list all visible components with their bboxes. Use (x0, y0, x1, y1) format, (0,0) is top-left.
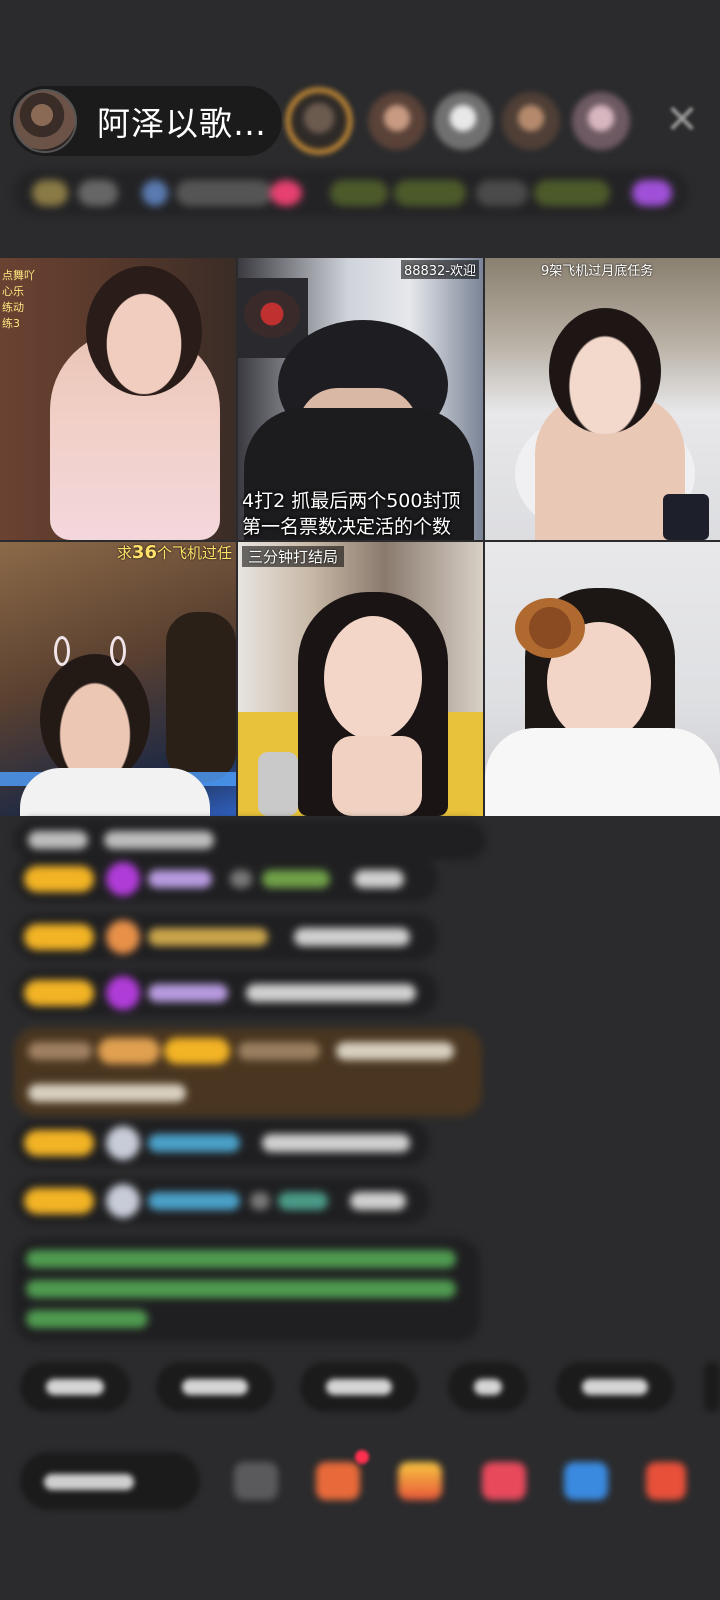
side-line-3: 练动 (2, 301, 24, 314)
top-viewer-avatar-1[interactable] (286, 88, 352, 154)
chat-message-highlight[interactable] (14, 1028, 482, 1116)
chat-message-system[interactable] (14, 1238, 480, 1342)
quick-reply-2[interactable] (156, 1362, 274, 1412)
chat-message[interactable] (14, 970, 438, 1016)
host-name: 阿泽以歌… (97, 104, 267, 143)
close-icon[interactable]: ✕ (664, 98, 700, 142)
tile-caption: 求36个飞机过任 (117, 542, 232, 563)
tile-caption-suffix: 个飞机过任 (156, 544, 232, 562)
side-line-2: 心乐 (2, 285, 24, 298)
heart-icon[interactable] (482, 1462, 526, 1500)
share-icon[interactable] (234, 1462, 278, 1500)
chat-message[interactable] (14, 1178, 430, 1224)
tile-caption-number: 36 (131, 542, 157, 563)
side-line-4: 练3 (2, 317, 20, 330)
video-tile-6[interactable] (485, 542, 720, 816)
host-avatar[interactable] (13, 89, 77, 153)
video-tile-2[interactable]: 88832-欢迎 4打2 抓最后两个500封顶 第一名票数决定活的个数 (238, 258, 483, 540)
quick-reply-1[interactable] (20, 1362, 130, 1412)
tile-caption-line-2: 第一名票数决定活的个数 (242, 516, 452, 538)
chat-message[interactable] (14, 914, 438, 960)
co-host-video-grid: 点舞吖 心乐 练动 练3 88832-欢迎 4打2 抓最后两个500封顶 第一名… (0, 258, 720, 816)
tile-caption-prefix: 求 (116, 544, 132, 562)
chat-message[interactable] (14, 820, 486, 860)
top-viewer-avatar-3[interactable] (434, 92, 492, 150)
gift-icon[interactable] (398, 1462, 442, 1500)
side-text: 点舞吖 心乐 练动 练3 (2, 268, 35, 332)
chat-message[interactable] (14, 856, 438, 902)
quick-reply-6[interactable] (704, 1362, 720, 1412)
comment-input[interactable] (20, 1452, 200, 1510)
side-line-1: 点舞吖 (2, 269, 35, 282)
quick-reply-4[interactable] (448, 1362, 528, 1412)
video-tile-4[interactable]: 求36个飞机过任 (0, 542, 236, 816)
host-info-pill[interactable]: 阿泽以歌… (10, 86, 282, 156)
tile-caption-line-1: 4打2 抓最后两个500封顶 (242, 490, 461, 512)
quick-reply-5[interactable] (556, 1362, 674, 1412)
video-tile-5[interactable]: 三分钟打结局 (238, 542, 483, 816)
top-viewer-avatar-2[interactable] (368, 92, 426, 150)
top-viewer-avatar-5[interactable] (572, 92, 630, 150)
top-viewer-avatar-4[interactable] (502, 92, 560, 150)
chat-message-list[interactable] (0, 816, 720, 1356)
tile-caption: 9架飞机过月底任务 (541, 264, 654, 279)
quick-reply-3[interactable] (300, 1362, 418, 1412)
video-tile-3[interactable]: 9架飞机过月底任务 (485, 258, 720, 540)
more-apps-icon[interactable] (646, 1462, 686, 1500)
room-status-bar[interactable] (14, 170, 688, 216)
video-tile-1[interactable]: 点舞吖 心乐 练动 练3 (0, 258, 236, 540)
notification-dot (355, 1450, 369, 1464)
gift-shop-icon[interactable] (316, 1462, 360, 1500)
tile-caption: 三分钟打结局 (242, 546, 345, 567)
chat-icon[interactable] (564, 1462, 608, 1500)
chat-message[interactable] (14, 1120, 430, 1166)
tile-caption: 88832-欢迎 (400, 260, 479, 279)
